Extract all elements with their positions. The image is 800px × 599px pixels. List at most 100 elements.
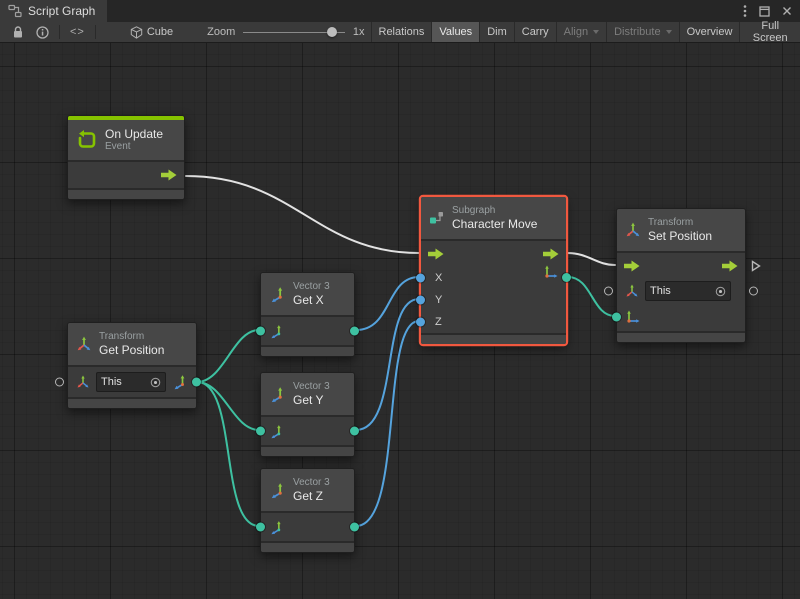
port-position-in[interactable] <box>612 313 621 322</box>
port-flow-out-unconnected[interactable] <box>751 260 761 272</box>
node-set-position[interactable]: Transform Set Position <box>616 208 746 343</box>
node-get-x-header: Vector 3 Get X <box>261 273 354 315</box>
zoom-label: Zoom <box>207 26 235 38</box>
target-object-selector[interactable]: Cube <box>122 22 181 42</box>
vector3-icon <box>269 520 284 535</box>
move-vector-icon <box>625 309 641 325</box>
node-character-move[interactable]: Subgraph Character Move X <box>420 196 567 345</box>
wire-value-get-z-to-character-move-z[interactable] <box>356 321 419 526</box>
node-kind-label: Vector 3 <box>293 477 330 489</box>
port-vector-in[interactable] <box>256 427 265 436</box>
wire-value-get-position-to-get-z[interactable] <box>197 382 259 526</box>
node-footer <box>261 345 354 356</box>
port-x-out[interactable] <box>350 327 359 336</box>
node-footer <box>68 397 196 408</box>
target-object-label: Cube <box>147 26 173 38</box>
graph-canvas[interactable]: On Update Event Transform <box>0 43 800 599</box>
vector3-icon <box>269 386 286 403</box>
port-value-out[interactable] <box>749 287 758 296</box>
port-vector-in[interactable] <box>256 523 265 532</box>
toolbar-button-carry[interactable]: Carry <box>514 22 556 42</box>
flow-output-port[interactable] <box>543 248 559 260</box>
toolbar-button-align[interactable]: Align <box>556 22 606 42</box>
script-graph-window: Script Graph <> Cube <box>0 0 800 599</box>
wire-value-character-move-to-set-position-position[interactable] <box>568 277 615 316</box>
wire-value-get-y-to-character-move-y[interactable] <box>356 299 419 430</box>
wire-value-get-position-to-get-y[interactable] <box>197 382 259 430</box>
node-get-x[interactable]: Vector 3 Get X <box>260 272 355 357</box>
port-y-in[interactable] <box>416 296 425 305</box>
vector3-icon <box>269 286 286 303</box>
move-vector-icon <box>543 264 559 280</box>
node-title: Get Position <box>99 343 164 357</box>
vector3-icon <box>172 374 188 390</box>
input-label-z: Z <box>435 316 442 328</box>
flow-input-port[interactable] <box>624 260 640 272</box>
node-get-position[interactable]: Transform Get Position This <box>67 322 197 409</box>
toolbar-buttons: Relations Values Dim Carry Align Distrib… <box>371 22 800 42</box>
node-get-y[interactable]: Vector 3 Get Y <box>260 372 355 457</box>
port-z-out[interactable] <box>350 523 359 532</box>
wire-value-get-position-to-get-x[interactable] <box>197 330 259 382</box>
node-on-update[interactable]: On Update Event <box>67 115 185 200</box>
port-this-in[interactable] <box>604 287 613 296</box>
node-kind-label: Event <box>105 141 163 153</box>
code-icon[interactable]: <> <box>64 22 91 42</box>
node-character-move-header: Subgraph Character Move <box>421 197 566 239</box>
toolbar-button-distribute[interactable]: Distribute <box>606 22 678 42</box>
node-get-z[interactable]: Vector 3 Get Z <box>260 468 355 553</box>
zoom-slider[interactable] <box>243 22 345 43</box>
toolbar-button-dim[interactable]: Dim <box>479 22 514 42</box>
close-icon[interactable] <box>782 6 792 16</box>
flow-output-port[interactable] <box>161 169 177 181</box>
info-icon[interactable] <box>30 22 55 42</box>
menu-icon[interactable] <box>743 4 747 18</box>
maximize-icon[interactable] <box>759 6 770 17</box>
wire-flow-on-update-to-character-move[interactable] <box>186 176 419 253</box>
graph-toolbar: <> Cube Zoom 1x Relations Values Dim Car… <box>0 22 800 43</box>
vector3-icon <box>269 324 284 339</box>
node-get-z-header: Vector 3 Get Z <box>261 469 354 511</box>
object-picker-icon[interactable] <box>715 286 726 297</box>
flow-output-port[interactable] <box>722 260 738 272</box>
cube-icon <box>130 26 143 39</box>
node-footer <box>617 331 745 342</box>
port-y-out[interactable] <box>350 427 359 436</box>
toolbar-separator <box>59 25 60 39</box>
input-label-y: Y <box>435 294 442 306</box>
transform-icon <box>76 375 90 389</box>
node-footer <box>261 541 354 552</box>
port-vector-in[interactable] <box>256 327 265 336</box>
port-this-in[interactable] <box>55 378 64 387</box>
wire-flow-character-move-to-set-position[interactable] <box>567 253 615 265</box>
toolbar-button-full-screen[interactable]: Full Screen <box>739 22 800 42</box>
transform-icon <box>76 336 92 352</box>
toolbar-button-relations[interactable]: Relations <box>371 22 432 42</box>
vector3-icon <box>269 482 286 499</box>
window-tab-bar: Script Graph <box>0 0 800 23</box>
object-picker-icon[interactable] <box>150 377 161 388</box>
port-position-out[interactable] <box>192 378 201 387</box>
subgraph-icon <box>429 210 445 226</box>
this-object-field[interactable]: This <box>96 372 166 392</box>
transform-icon <box>625 284 639 298</box>
flow-input-port[interactable] <box>428 248 444 260</box>
port-x-in[interactable] <box>416 274 425 283</box>
node-get-position-header: Transform Get Position <box>68 323 196 365</box>
toolbar-button-values[interactable]: Values <box>431 22 479 42</box>
node-title: On Update <box>105 127 163 141</box>
this-object-field-value: This <box>650 285 671 297</box>
port-z-in[interactable] <box>416 318 425 327</box>
node-title: Set Position <box>648 229 712 243</box>
node-title: Get Z <box>293 489 330 503</box>
input-label-x: X <box>435 272 442 284</box>
lock-icon[interactable] <box>6 22 30 42</box>
this-object-field[interactable]: This <box>645 281 731 301</box>
node-footer <box>261 445 354 456</box>
zoom-slider-knob[interactable] <box>327 27 337 37</box>
tab-script-graph[interactable]: Script Graph <box>0 0 107 22</box>
window-controls <box>743 0 800 22</box>
port-vector-out[interactable] <box>562 273 571 282</box>
tab-title: Script Graph <box>28 4 95 18</box>
toolbar-button-overview[interactable]: Overview <box>679 22 740 42</box>
